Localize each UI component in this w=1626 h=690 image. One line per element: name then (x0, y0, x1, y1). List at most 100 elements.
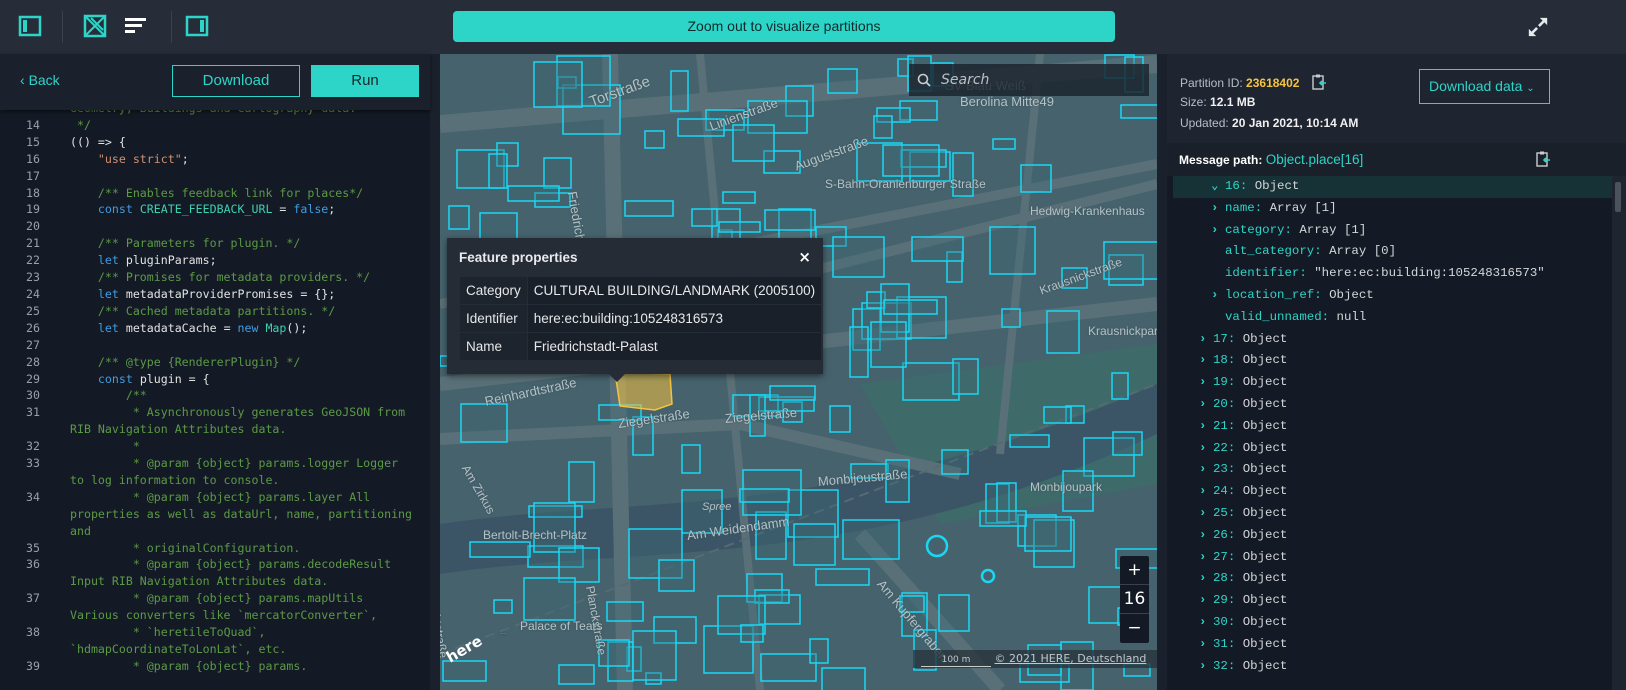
building-outline (911, 236, 964, 262)
line-number: 31 (26, 405, 40, 420)
attribution-text[interactable]: © 2021 HERE, Deutschland (995, 652, 1147, 665)
zoom-out-button[interactable]: − (1120, 614, 1149, 643)
chevron-right-icon[interactable]: › (1199, 634, 1213, 656)
tree-node[interactable]: › 32: Object (1167, 656, 1612, 678)
code-editor-panel: ‹ Back Download Run Geometry, Buildings … (0, 54, 430, 690)
scrollbar[interactable] (1612, 176, 1626, 690)
fullscreen-icon[interactable] (1527, 16, 1549, 38)
code-line: 22 let pluginParams; (0, 252, 430, 269)
tree-node[interactable]: › 26: Object (1167, 525, 1612, 547)
code-text: /** Enables feedback link for places*/ (70, 185, 415, 202)
tree-value: Object (1321, 287, 1374, 302)
tree-value: Object (1235, 353, 1288, 368)
tree-node[interactable]: › name: Array [1] (1167, 198, 1612, 220)
zoom-level: 16 (1120, 585, 1149, 614)
tree-node[interactable]: › category: Array [1] (1167, 220, 1612, 242)
zoom-out-banner[interactable]: Zoom out to visualize partitions (453, 11, 1115, 42)
tree-key: 26: (1213, 527, 1236, 542)
code-line: 14 */ (0, 117, 430, 134)
tree-node[interactable]: › 31: Object (1167, 634, 1612, 656)
map-label: S-Bahn-Oranienburger Straße (825, 177, 986, 191)
download-data-dropdown[interactable]: Download data ⌄ (1419, 69, 1550, 104)
tree-node[interactable]: › 29: Object (1167, 590, 1612, 612)
tree-node[interactable]: › 17: Object (1167, 329, 1612, 351)
code-text: * @param {object} params.logger Logger t… (70, 455, 415, 489)
copy-clipboard-icon[interactable] (1535, 151, 1551, 167)
tree-node[interactable]: identifier: "here:ec:building:1052483165… (1167, 263, 1612, 285)
chevron-right-icon[interactable]: › (1199, 568, 1213, 590)
code-editor[interactable]: Geometry, Buildings and Cartography data… (0, 100, 430, 690)
copy-clipboard-icon[interactable] (1311, 74, 1327, 90)
building-outline (1120, 104, 1157, 119)
chevron-right-icon[interactable]: › (1199, 459, 1213, 481)
chevron-right-icon[interactable]: › (1211, 198, 1225, 220)
list-icon[interactable] (124, 14, 148, 38)
code-token: const (70, 202, 140, 217)
chevron-down-icon[interactable]: ⌄ (1211, 176, 1225, 198)
line-number: 30 (26, 388, 40, 403)
scrollbar-thumb[interactable] (1615, 182, 1621, 212)
tree-key: 24: (1213, 484, 1236, 499)
code-text: "use strict"; (70, 151, 415, 168)
back-link[interactable]: ‹ Back (20, 72, 60, 88)
chevron-right-icon[interactable]: › (1199, 612, 1213, 634)
tree-node[interactable]: › 20: Object (1167, 394, 1612, 416)
building-outline (558, 664, 595, 685)
run-button[interactable]: Run (311, 65, 419, 97)
tree-value: Object (1235, 462, 1288, 477)
tree-node[interactable]: › 19: Object (1167, 372, 1612, 394)
left-panel-icon[interactable] (18, 14, 42, 38)
line-number: 19 (26, 202, 40, 217)
zoom-in-button[interactable]: + (1120, 556, 1149, 585)
code-token: pluginParams; (125, 253, 217, 268)
chevron-right-icon[interactable]: › (1211, 285, 1225, 307)
tree-node[interactable]: › location_ref: Object (1167, 285, 1612, 307)
building-outline (870, 321, 907, 368)
chevron-right-icon[interactable]: › (1199, 547, 1213, 569)
map-layers-icon[interactable] (83, 14, 107, 38)
line-number: 21 (26, 236, 40, 251)
building-outline (882, 144, 940, 177)
tree-node[interactable]: › 24: Object (1167, 481, 1612, 503)
code-token: false (293, 202, 329, 217)
code-line: 15 (() => { (0, 134, 430, 151)
table-row: Name Friedrichstadt-Palast (459, 332, 823, 361)
chevron-right-icon[interactable]: › (1199, 525, 1213, 547)
chevron-right-icon[interactable]: › (1199, 372, 1213, 394)
tree-node[interactable]: ⌄ 16: Object (1173, 176, 1612, 198)
panel-resize-handle[interactable] (430, 54, 440, 690)
code-line: 31 * Asynchronously generates GeoJSON fr… (0, 404, 430, 438)
chevron-right-icon[interactable]: › (1199, 416, 1213, 438)
chevron-right-icon[interactable]: › (1199, 438, 1213, 460)
tree-node[interactable]: › 21: Object (1167, 416, 1612, 438)
size-row: Size: 12.1 MB (1180, 95, 1255, 109)
chevron-right-icon[interactable]: › (1199, 329, 1213, 351)
tree-node[interactable]: › 23: Object (1167, 459, 1612, 481)
chevron-right-icon[interactable]: › (1199, 481, 1213, 503)
chevron-right-icon[interactable]: › (1199, 394, 1213, 416)
map-view[interactable]: Torstraße Linienstraße Friedrichstraße Augu… (440, 54, 1157, 690)
map-search-input[interactable]: Search (909, 64, 1149, 96)
code-line: 20 (0, 218, 430, 235)
tree-node[interactable]: › 22: Object (1167, 438, 1612, 460)
popup-title: Feature properties (459, 250, 578, 265)
tree-node[interactable]: › 25: Object (1167, 503, 1612, 525)
chevron-right-icon[interactable]: › (1199, 350, 1213, 372)
code-line: 34 * @param {object} params.layer All pr… (0, 489, 430, 540)
tree-node[interactable]: › 28: Object (1167, 568, 1612, 590)
tree-node[interactable]: › 27: Object (1167, 547, 1612, 569)
chevron-right-icon[interactable]: › (1199, 656, 1213, 678)
tree-node[interactable]: alt_category: Array [0] (1167, 241, 1612, 263)
tree-node[interactable]: valid_unnamed: null (1167, 307, 1612, 329)
tree-node[interactable]: › 18: Object (1167, 350, 1612, 372)
chevron-right-icon[interactable]: › (1199, 590, 1213, 612)
close-icon[interactable]: × (798, 248, 811, 266)
chevron-right-icon[interactable]: › (1199, 503, 1213, 525)
panel-resize-handle[interactable] (1157, 54, 1167, 690)
building-outline (681, 444, 701, 474)
tree-node[interactable]: › 30: Object (1167, 612, 1612, 634)
right-panel-icon[interactable] (185, 14, 209, 38)
download-button[interactable]: Download (172, 65, 300, 97)
chevron-right-icon[interactable]: › (1211, 220, 1225, 242)
